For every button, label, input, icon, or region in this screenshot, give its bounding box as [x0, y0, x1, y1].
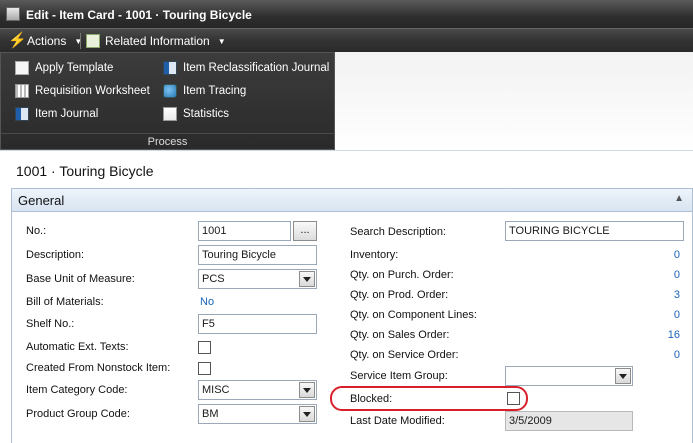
related-information-menu-button[interactable]: Related Information ▼ [86, 33, 226, 49]
statistics-button[interactable]: Statistics [163, 105, 229, 123]
worksheet-icon [15, 84, 29, 98]
qty-purch-order-value[interactable]: 0 [640, 269, 680, 281]
item-journal-button[interactable]: Item Journal [15, 105, 98, 123]
created-from-nonstock-checkbox[interactable] [198, 362, 211, 375]
actions-menu-button[interactable]: ⚡ Actions ▼ [8, 33, 82, 49]
card-content: 1001 · Touring Bicycle General ▲ No.: 10… [0, 150, 693, 443]
product-group-code-select[interactable]: BM [198, 404, 317, 424]
item-journal-label: Item Journal [35, 108, 99, 120]
service-item-group-label: Service Item Group: [350, 370, 448, 382]
command-bar: ⚡ Actions ▼ Related Information ▼ [0, 28, 693, 52]
title-bar: Edit - Item Card - 1001 · Touring Bicycl… [0, 0, 693, 28]
base-unit-select[interactable]: PCS [198, 269, 317, 289]
dropdown-arrow-icon[interactable] [615, 368, 631, 384]
template-icon [15, 61, 29, 75]
qty-purch-order-label: Qty. on Purch. Order: [350, 269, 454, 281]
lightning-icon: ⚡ [8, 32, 27, 49]
chevron-down-icon: ▼ [74, 36, 83, 46]
created-from-nonstock-label: Created From Nonstock Item: [26, 362, 171, 374]
no-assist-edit-button[interactable]: ... [293, 221, 317, 241]
window-icon [6, 7, 20, 21]
item-category-code-value: MISC [202, 384, 230, 396]
general-fasttab-title: General [18, 193, 65, 208]
dropdown-arrow-icon[interactable] [299, 406, 315, 422]
product-group-code-value: BM [202, 408, 219, 420]
apply-template-label: Apply Template [35, 62, 114, 74]
page-title: 1001 · Touring Bicycle [16, 163, 154, 179]
item-category-code-select[interactable]: MISC [198, 380, 317, 400]
item-reclassification-journal-button[interactable]: Item Reclassification Journal [163, 59, 329, 77]
description-value: Touring Bicycle [202, 249, 276, 261]
item-tracing-button[interactable]: Item Tracing [163, 82, 246, 100]
ribbon-background [335, 52, 693, 150]
product-group-code-label: Product Group Code: [26, 408, 130, 420]
qty-component-lines-label: Qty. on Component Lines: [350, 309, 477, 321]
command-separator [80, 33, 81, 49]
search-description-value: TOURING BICYCLE [509, 225, 610, 237]
item-category-code-label: Item Category Code: [26, 384, 128, 396]
qty-service-order-value[interactable]: 0 [640, 349, 680, 361]
tracing-icon [163, 84, 177, 98]
qty-sales-order-value[interactable]: 16 [640, 329, 680, 341]
description-field[interactable]: Touring Bicycle [198, 245, 317, 265]
description-label: Description: [26, 249, 85, 261]
general-fasttab-header[interactable]: General ▲ [12, 189, 692, 212]
automatic-ext-texts-label: Automatic Ext. Texts: [26, 341, 129, 353]
base-unit-value: PCS [202, 273, 225, 285]
blocked-highlight-annotation [330, 386, 528, 411]
shelf-no-field[interactable]: F5 [198, 314, 317, 334]
no-label: No.: [26, 225, 47, 237]
item-tracing-label: Item Tracing [183, 85, 247, 97]
bill-of-materials-value: No [200, 296, 215, 308]
actions-label: Actions [27, 34, 67, 48]
window-title: Edit - Item Card - 1001 · Touring Bicycl… [26, 8, 252, 22]
inventory-value[interactable]: 0 [640, 249, 680, 261]
requisition-worksheet-button[interactable]: Requisition Worksheet [15, 82, 150, 100]
qty-sales-order-label: Qty. on Sales Order: [350, 329, 450, 341]
automatic-ext-texts-checkbox[interactable] [198, 341, 211, 354]
last-date-modified-field: 3/5/2009 [505, 411, 633, 431]
search-description-field[interactable]: TOURING BICYCLE [505, 221, 684, 241]
apply-template-button[interactable]: Apply Template [15, 59, 113, 77]
last-date-modified-value: 3/5/2009 [509, 415, 552, 427]
last-date-modified-label: Last Date Modified: [350, 415, 445, 427]
shelf-no-label: Shelf No.: [26, 318, 75, 330]
service-item-group-select[interactable] [505, 366, 633, 386]
search-description-label: Search Description: [350, 226, 446, 238]
related-information-label: Related Information [105, 34, 210, 48]
statistics-label: Statistics [183, 108, 230, 120]
inventory-label: Inventory: [350, 249, 399, 261]
ribbon-process-group: Apply Template Requisition Worksheet Ite… [0, 52, 335, 150]
qty-service-order-label: Qty. on Service Order: [350, 349, 459, 361]
collapse-chevron-icon[interactable]: ▲ [674, 193, 684, 204]
bill-of-materials-label: Bill of Materials: [26, 296, 104, 308]
item-reclassification-journal-label: Item Reclassification Journal [183, 62, 330, 74]
journal-icon [15, 107, 29, 121]
requisition-worksheet-label: Requisition Worksheet [35, 85, 150, 97]
qty-component-lines-value[interactable]: 0 [640, 309, 680, 321]
related-information-icon [86, 34, 100, 48]
chevron-down-icon: ▼ [217, 36, 226, 46]
statistics-icon [163, 107, 177, 121]
reclass-journal-icon [163, 61, 177, 75]
base-unit-label: Base Unit of Measure: [26, 273, 135, 285]
no-field[interactable]: 1001 [198, 221, 291, 241]
qty-prod-order-value[interactable]: 3 [640, 289, 680, 301]
dropdown-arrow-icon[interactable] [299, 382, 315, 398]
qty-prod-order-label: Qty. on Prod. Order: [350, 289, 449, 301]
dropdown-arrow-icon[interactable] [299, 271, 315, 287]
no-value: 1001 [202, 225, 227, 237]
shelf-no-value: F5 [202, 318, 215, 330]
ribbon-group-label: Process [1, 133, 334, 148]
